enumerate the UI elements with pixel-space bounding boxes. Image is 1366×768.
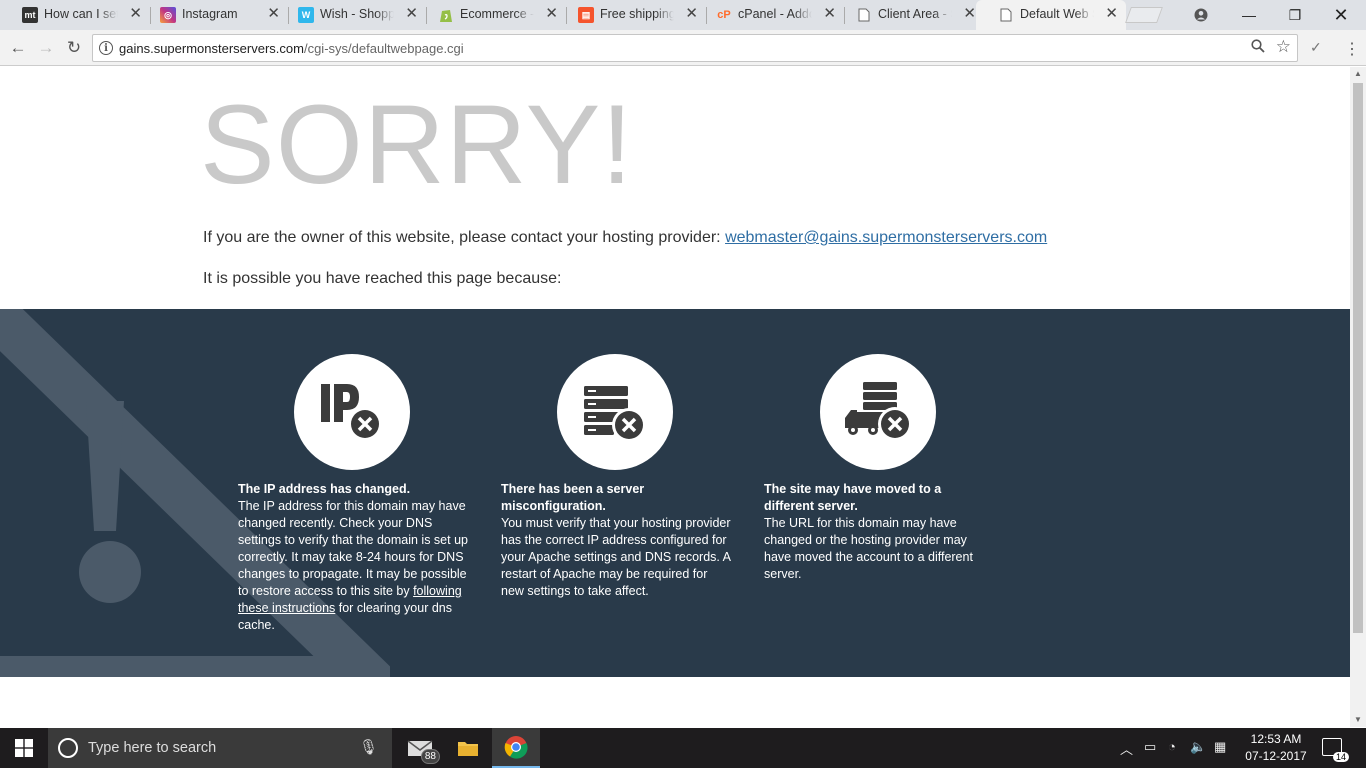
page-headline: SORRY! [200,82,634,207]
extension-check-icon[interactable]: ✓ [1310,39,1322,56]
microphone-icon[interactable]: 🎙 [359,738,378,756]
restore-button[interactable]: ❐ [1272,0,1318,30]
tab-title: Free shipping o [600,7,674,21]
scroll-up-arrow-icon[interactable]: ▲ [1350,67,1366,81]
zoom-icon[interactable] [1251,39,1265,57]
ip-error-icon [294,354,410,470]
volume-icon[interactable]: 🔈 [1190,739,1206,755]
tab-strip: mt How can I set u ✕ ◎ Instagram ✕ W Wis… [0,0,1366,30]
close-window-button[interactable]: ✕ [1318,0,1364,30]
cortana-icon [58,738,78,758]
page-scrollbar[interactable]: ▲ ▼ [1350,67,1366,727]
browser-toolbar: ← → ↻ i gains.supermonsterservers.com/cg… [0,30,1366,66]
contact-text: If you are the owner of this website, pl… [203,229,726,246]
reason-title: The site may have moved to a different s… [764,482,942,513]
minimize-button[interactable]: — [1226,0,1272,30]
url-text[interactable]: gains.supermonsterservers.com/cgi-sys/de… [119,41,464,56]
mail-badge: 88 [420,749,440,764]
page-icon [998,7,1014,23]
reason-body: You must verify that your hosting provid… [501,516,731,598]
scrollbar-thumb[interactable] [1353,83,1363,633]
url-path: /cgi-sys/defaultwebpage.cgi [303,41,464,56]
tab-client-area[interactable]: Client Area - S ✕ [834,0,984,30]
profile-icon[interactable] [1178,0,1224,30]
reason-body: The URL for this domain may have changed… [764,516,973,581]
close-tab-icon[interactable]: ✕ [1105,6,1118,22]
chrome-taskbar-icon[interactable] [492,728,540,768]
webmaster-email-link[interactable]: webmaster@gains.supermonsterservers.com [725,229,1047,246]
shopify-icon [438,7,454,23]
reason-body: The IP address for this domain may have … [238,498,470,634]
address-bar[interactable]: i gains.supermonsterservers.com/cgi-sys/… [92,34,1298,62]
wifi-icon[interactable]: ◔ [1168,739,1176,754]
search-placeholder: Type here to search [88,740,217,756]
tab-title: Default Web S [1020,7,1094,21]
tab-ecommerce[interactable]: Ecommerce - F ✕ [416,0,566,30]
tab-title: cPanel - Addo [738,7,812,21]
tab-free-shipping[interactable]: ▤ Free shipping o ✕ [556,0,706,30]
tab-title: How can I set u [44,7,118,21]
keyboard-icon[interactable]: ▦ [1214,739,1226,755]
reason-title: There has been a server misconfiguration… [501,482,645,513]
taskbar-search-input[interactable]: Type here to search 🎙 [48,728,392,768]
reason-text: It is possible you have reached this pag… [203,270,562,287]
new-tab-button[interactable] [1125,7,1163,23]
moved-server-icon [820,354,936,470]
tab-title: Ecommerce - F [460,7,534,21]
info-icon[interactable]: i [99,41,113,55]
tab-how-can-i-set[interactable]: mt How can I set u ✕ [0,0,150,30]
wish-icon: W [298,7,314,23]
action-center-icon[interactable]: 14 [1322,738,1349,762]
scroll-down-arrow-icon[interactable]: ▼ [1350,713,1366,727]
instagram-icon: ◎ [160,7,176,23]
close-tab-icon[interactable]: ✕ [963,6,976,22]
windows-taskbar: Type here to search 🎙 88 ︿ ▭ ◔ 🔈 ▦ 12:53… [0,728,1366,768]
tab-cpanel[interactable]: cP cPanel - Addo ✕ [694,0,844,30]
forward-arrow-icon[interactable]: → [34,36,58,60]
tab-default-web-site[interactable]: Default Web S ✕ [976,0,1126,30]
mt-favicon-icon: mt [22,7,38,23]
reason-title: The IP address has changed. [238,482,411,496]
tab-title: Client Area - S [878,7,952,21]
file-explorer-icon[interactable] [444,728,492,768]
clock-date: 07-12-2017 [1245,749,1307,763]
mail-taskbar-icon[interactable]: 88 [396,728,444,768]
back-arrow-icon[interactable]: ← [6,36,30,60]
tab-instagram[interactable]: ◎ Instagram ✕ [138,0,288,30]
url-host: gains.supermonsterservers.com [119,41,304,56]
taskbar-clock[interactable]: 12:53 AM 07-12-2017 [1243,731,1309,765]
cpanel-icon: cP [717,9,731,21]
shop-icon: ▤ [578,7,594,23]
server-error-icon [557,354,673,470]
tab-title: Wish - Shoppin [320,7,394,21]
reasons-band: The IP address has changed. The IP addre… [0,309,1350,677]
notification-count: 14 [1332,752,1349,762]
menu-dots-icon[interactable]: ⋮ [1344,39,1360,59]
page-viewport: SORRY! If you are the owner of this webs… [0,67,1350,727]
page-icon [856,7,872,23]
tab-wish[interactable]: W Wish - Shoppin ✕ [276,0,426,30]
reload-icon[interactable]: ↻ [62,36,86,60]
contact-line: If you are the owner of this website, pl… [203,229,1047,247]
show-hidden-icons-chevron-icon[interactable]: ︿ [1120,739,1133,758]
bookmark-star-icon[interactable]: ☆ [1276,37,1291,57]
clock-time: 12:53 AM [1250,732,1302,746]
tab-title: Instagram [182,7,238,21]
windows-start-icon[interactable] [0,728,48,768]
battery-icon[interactable]: ▭ [1144,739,1156,755]
